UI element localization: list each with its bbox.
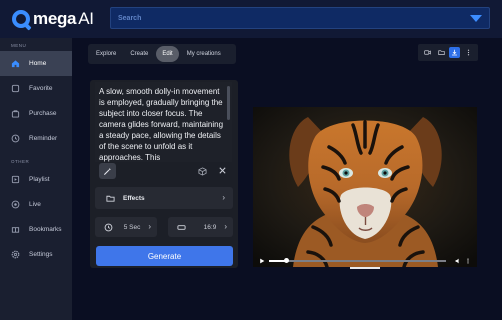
video-progress-bar[interactable] [269,257,446,263]
aspect-ratio-icon [177,224,186,230]
purchase-icon [11,109,20,118]
sidebar-item-live[interactable]: Live [0,192,72,217]
sidebar: MENU Home Favorite Purchase Reminder OTH… [0,38,72,320]
playlist-icon [11,175,20,184]
settings-icon [11,250,20,259]
app-window: mega AI Search MENU Home Favorite Purchas [0,0,502,320]
sidebar-item-bookmarks[interactable]: Bookmarks [0,217,72,242]
mode-tabs: Explore Create Edit My creations [88,44,236,64]
chevron-right-icon: › [148,222,151,231]
tab-create[interactable]: Create [124,46,154,62]
sidebar-item-favorite[interactable]: Favorite [0,76,72,101]
more-icon[interactable] [463,47,474,58]
sidebar-item-label: Live [29,201,41,208]
favorite-icon [11,84,20,93]
video-icon[interactable] [422,47,433,58]
aspect-ratio-value: 16:9 [203,223,217,231]
logo-suffix: AI [78,9,94,28]
home-icon [11,59,20,68]
preview-caption-bar [350,267,380,269]
tiger-dog-image [253,107,477,267]
reminder-icon [11,134,20,143]
sidebar-item-settings[interactable]: Settings [0,242,72,267]
more-icon[interactable] [465,257,471,264]
logo-mark-icon [12,10,30,28]
folder-icon[interactable] [436,47,447,58]
video-player-controls [253,254,477,267]
logo-name: mega [33,9,77,28]
sidebar-section-other: OTHER [11,159,30,164]
sidebar-item-purchase[interactable]: Purchase [0,101,72,126]
video-preview[interactable] [253,107,477,267]
sidebar-item-home[interactable]: Home [0,51,72,76]
magic-wand-button[interactable] [99,163,116,179]
chevron-down-icon[interactable] [470,14,482,22]
preview-toolbar [418,44,478,61]
generate-button[interactable]: Generate [96,246,233,266]
folder-icon [106,195,115,202]
aspect-ratio-select[interactable]: 16:9 › [168,217,233,237]
create-panel: A slow, smooth dolly-in movement is empl… [90,80,238,268]
sidebar-item-label: Settings [29,251,53,258]
tab-my-creations[interactable]: My creations [181,46,227,62]
search-input[interactable]: Search [110,7,490,29]
tab-edit[interactable]: Edit [156,46,179,62]
duration-select[interactable]: 5 Sec › [95,217,157,237]
logo-text: mega AI [33,9,94,29]
sidebar-item-label: Playlist [29,176,50,183]
chevron-right-icon: › [222,193,225,202]
prompt-scrollbar[interactable] [227,86,230,120]
top-bar: mega AI Search [0,0,502,38]
volume-icon[interactable] [455,258,461,264]
sidebar-item-playlist[interactable]: Playlist [0,167,72,192]
play-icon[interactable] [259,258,265,264]
sidebar-item-reminder[interactable]: Reminder [0,126,72,151]
chevron-right-icon: › [224,222,227,231]
video-progress-knob[interactable] [284,257,290,263]
sidebar-item-label: Favorite [29,85,53,92]
logo[interactable]: mega AI [12,8,94,30]
magic-wand-icon [103,167,112,175]
duration-value: 5 Sec [123,223,141,231]
effects-button[interactable]: Effects › [95,187,233,209]
effects-label: Effects [123,194,145,202]
bookmark-icon [11,225,20,234]
sidebar-item-label: Purchase [29,110,57,117]
live-icon [11,200,20,209]
download-icon[interactable] [449,47,461,58]
tab-explore[interactable]: Explore [91,46,122,62]
prompt-textarea[interactable]: A slow, smooth dolly-in movement is empl… [95,82,232,162]
clock-icon [104,223,113,231]
sidebar-item-label: Reminder [29,135,58,142]
prompt-text: A slow, smooth dolly-in movement is empl… [99,87,224,162]
close-icon[interactable] [218,166,227,175]
search-placeholder: Search [118,14,142,22]
sidebar-section-menu: MENU [11,43,27,48]
sidebar-item-label: Bookmarks [29,226,62,233]
cube-icon[interactable] [198,167,207,176]
sidebar-item-label: Home [29,60,47,67]
